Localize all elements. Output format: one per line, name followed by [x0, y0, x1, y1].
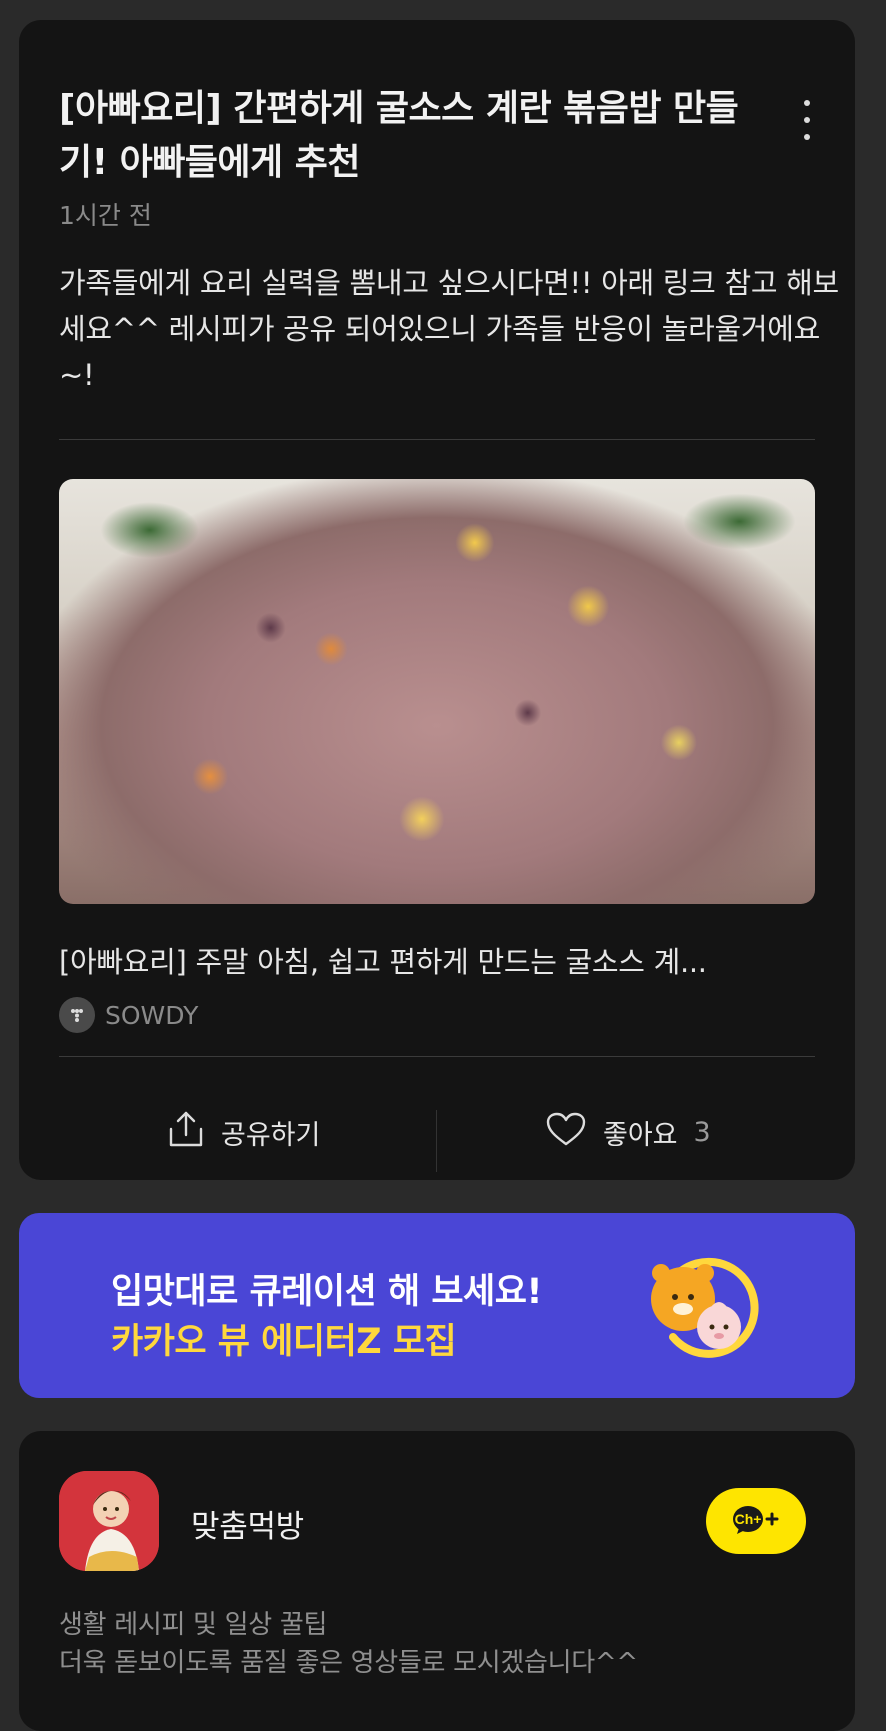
channel-desc-line: 더욱 돋보이도록 품질 좋은 영상들로 모시겠습니다^^ — [59, 1648, 638, 1678]
like-button[interactable]: 좋아요 3 — [545, 1084, 711, 1180]
link-thumbnail-image[interactable] — [59, 479, 815, 904]
post-actions: 공유하기 좋아요 3 — [19, 1084, 855, 1180]
channel-card: 맞춤먹방 Ch+ 생활 레시피 및 일상 꿀팁 더욱 돋보이도록 품질 좋은 영… — [19, 1431, 855, 1731]
share-icon — [167, 1109, 205, 1156]
post-card: [아빠요리] 간편하게 굴소스 계란 볶음밥 만들기! 아빠들에게 추천 1시간… — [19, 20, 855, 1180]
share-button[interactable]: 공유하기 — [167, 1084, 320, 1180]
editor-recruit-banner[interactable]: 입맛대로 큐레이션 해 보세요! 카카오 뷰 에디터Z 모집 — [19, 1213, 855, 1398]
like-count: 3 — [693, 1116, 711, 1148]
banner-subheadline: 카카오 뷰 에디터Z 모집 — [111, 1322, 457, 1362]
more-options-icon[interactable] — [795, 100, 819, 140]
post-body-text: 가족들에게 요리 실력을 뽐내고 싶으시다면!! 아래 링크 참고 해보세요^^… — [59, 266, 839, 392]
divider — [59, 439, 815, 440]
kakao-friends-character-icon — [645, 1249, 765, 1369]
channel-name[interactable]: 맞춤먹방 — [191, 1501, 304, 1546]
add-channel-label: Ch+ — [735, 1511, 762, 1527]
divider — [59, 1056, 815, 1057]
source-logo-icon — [59, 997, 95, 1033]
channel-description: 생활 레시피 및 일상 꿀팁 더욱 돋보이도록 품질 좋은 영상들로 모시겠습니… — [59, 1606, 839, 1682]
post-timestamp: 1시간 전 — [59, 201, 152, 230]
channel-avatar[interactable] — [59, 1471, 159, 1571]
add-channel-button[interactable]: Ch+ — [706, 1488, 806, 1554]
banner-headline: 입맛대로 큐레이션 해 보세요! — [111, 1272, 542, 1312]
link-source: SOWDY — [59, 996, 198, 1034]
action-separator — [436, 1110, 437, 1172]
like-label: 좋아요 — [603, 1119, 678, 1151]
heart-icon — [545, 1111, 587, 1154]
channel-plus-icon: Ch+ — [731, 1502, 781, 1540]
share-label: 공유하기 — [221, 1119, 321, 1151]
source-name: SOWDY — [105, 1000, 199, 1030]
post-title[interactable]: [아빠요리] 간편하게 굴소스 계란 볶음밥 만들기! 아빠들에게 추천 — [59, 82, 749, 190]
link-title[interactable]: [아빠요리] 주말 아침, 쉽고 편하게 만드는 굴소스 계... — [59, 942, 819, 982]
channel-desc-line: 생활 레시피 및 일상 꿀팁 — [59, 1610, 328, 1640]
